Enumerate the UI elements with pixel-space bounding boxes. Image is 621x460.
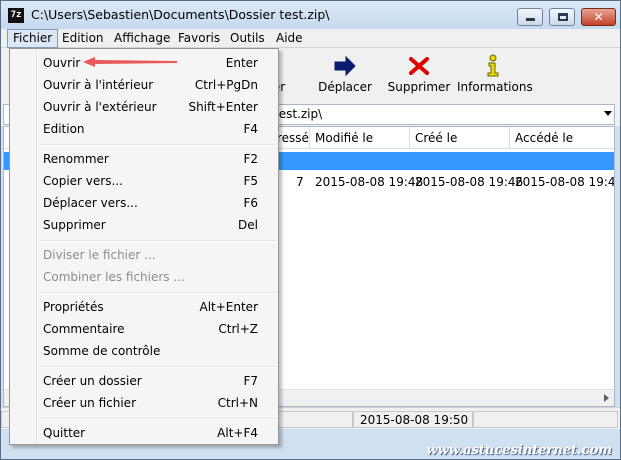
menu-aide[interactable]: Aide [271, 29, 308, 48]
annotation-arrow-icon [83, 57, 177, 67]
menu-affichage[interactable]: Affichage [109, 29, 175, 48]
move-button[interactable]: Déplacer [315, 48, 375, 102]
info-icon [487, 54, 499, 77]
file-menu-dropdown: Ouvrir Enter Ouvrir à l'intérieur Ctrl+PgD… [9, 48, 279, 445]
menu-item-label: Somme de contrôle [43, 344, 161, 358]
minimize-icon [526, 18, 535, 21]
menu-item-checksum[interactable]: Somme de contrôle [12, 340, 276, 362]
menu-item-rename[interactable]: Renommer F2 [12, 148, 276, 170]
menu-item-label: Créer un fichier [43, 396, 136, 410]
menu-item-comment[interactable]: Commentaire Ctrl+Z [12, 318, 276, 340]
menu-item-shortcut: F5 [243, 174, 258, 188]
move-label: Déplacer [318, 80, 372, 94]
menu-bar: Fichier Edition Affichage Favoris Outils… [1, 29, 620, 48]
address-text: test.zip\ [274, 107, 323, 121]
status-cell-right [473, 411, 618, 428]
menu-item-label: Diviser le fichier ... [43, 248, 156, 262]
menu-item-label: Ouvrir [43, 56, 81, 70]
info-button[interactable]: Informations [457, 48, 533, 102]
watermark-text: www.astucesinternet.com [426, 443, 612, 458]
window-title: C:\Users\Sebastien\Documents\Dossier tes… [31, 7, 330, 22]
title-bar[interactable]: 7z C:\Users\Sebastien\Documents\Dossier … [1, 1, 620, 30]
menu-item-label: Copier vers... [43, 174, 123, 188]
info-label: Informations [457, 80, 533, 94]
menu-item-shortcut: Alt+Enter [199, 300, 258, 314]
cell-accessed: 2015-08-08 19:48 [515, 175, 615, 189]
menu-item-shortcut: F6 [243, 196, 258, 210]
arrow-right-icon [334, 55, 356, 77]
menu-item-label: Créer un dossier [43, 374, 142, 388]
menu-item-shortcut: F2 [243, 152, 258, 166]
menu-separator [40, 418, 276, 420]
cell-modified: 2015-08-08 19:48 [315, 175, 424, 189]
column-accessed[interactable]: Accédé le [510, 127, 614, 149]
menu-item-copy-to[interactable]: Copier vers... F5 [12, 170, 276, 192]
menu-favoris[interactable]: Favoris [173, 29, 225, 48]
menu-item-label: Ouvrir à l'extérieur [43, 100, 157, 114]
menu-item-label: Déplacer vers... [43, 196, 138, 210]
menu-item-open-outside[interactable]: Ouvrir à l'extérieur Shift+Enter [12, 96, 276, 118]
menu-item-shortcut: Ctrl+PgDn [194, 78, 258, 92]
maximize-button[interactable] [549, 8, 575, 26]
menu-item-label: Propriétés [43, 300, 104, 314]
menu-item-delete[interactable]: Supprimer Del [12, 214, 276, 236]
menu-item-edit[interactable]: Edition F4 [12, 118, 276, 140]
cell-compressed: 7 [296, 175, 304, 189]
maximize-icon [558, 13, 568, 21]
close-icon: ✕ [593, 10, 604, 24]
menu-item-new-folder[interactable]: Créer un dossier F7 [12, 370, 276, 392]
menu-item-label: Quitter [43, 426, 86, 440]
app-window: 7z C:\Users\Sebastien\Documents\Dossier … [0, 0, 621, 460]
address-dropdown-icon[interactable] [604, 111, 612, 116]
menu-separator [40, 240, 276, 242]
menu-item-quit[interactable]: Quitter Alt+F4 [12, 422, 276, 444]
menu-item-open-inside[interactable]: Ouvrir à l'intérieur Ctrl+PgDn [12, 74, 276, 96]
delete-button[interactable]: Supprimer [387, 48, 451, 102]
delete-label: Supprimer [387, 80, 451, 94]
menu-item-label: Edition [43, 122, 85, 136]
menu-item-properties[interactable]: Propriétés Alt+Enter [12, 296, 276, 318]
menu-item-new-file[interactable]: Créer un fichier Ctrl+N [12, 392, 276, 414]
menu-separator [40, 366, 276, 368]
column-modified[interactable]: Modifié le [310, 127, 410, 149]
menu-item-label: Ouvrir à l'intérieur [43, 78, 154, 92]
menu-item-shortcut: Enter [225, 56, 258, 70]
scroll-right-icon[interactable] [604, 394, 609, 402]
menu-item-shortcut: F4 [243, 122, 258, 136]
column-created[interactable]: Créé le [410, 127, 510, 149]
menu-item-label: Supprimer [43, 218, 106, 232]
menu-item-label: Combiner les fichiers ... [43, 270, 185, 284]
menu-item-combine-files: Combiner les fichiers ... [12, 266, 276, 288]
menu-item-shortcut: Alt+F4 [217, 426, 258, 440]
menu-item-move-to[interactable]: Déplacer vers... F6 [12, 192, 276, 214]
menu-fichier[interactable]: Fichier [7, 29, 59, 48]
red-x-icon [409, 57, 429, 75]
app-logo-icon: 7z [8, 8, 24, 23]
cell-created: 2015-08-08 19:46 [415, 175, 524, 189]
menu-separator [40, 292, 276, 294]
menu-separator [40, 144, 276, 146]
menu-edition[interactable]: Edition [57, 29, 109, 48]
menu-item-shortcut: Del [238, 218, 258, 232]
menu-outils[interactable]: Outils [225, 29, 270, 48]
minimize-button[interactable] [517, 8, 543, 26]
menu-item-shortcut: Ctrl+Z [218, 322, 258, 336]
status-date: 2015-08-08 19:50 [353, 411, 473, 428]
menu-item-label: Renommer [43, 152, 109, 166]
close-button[interactable]: ✕ [581, 8, 616, 26]
menu-item-shortcut: F7 [243, 374, 258, 388]
menu-item-label: Commentaire [43, 322, 125, 336]
menu-item-split-file: Diviser le fichier ... [12, 244, 276, 266]
menu-item-shortcut: Ctrl+N [217, 396, 258, 410]
menu-item-shortcut: Shift+Enter [188, 100, 258, 114]
